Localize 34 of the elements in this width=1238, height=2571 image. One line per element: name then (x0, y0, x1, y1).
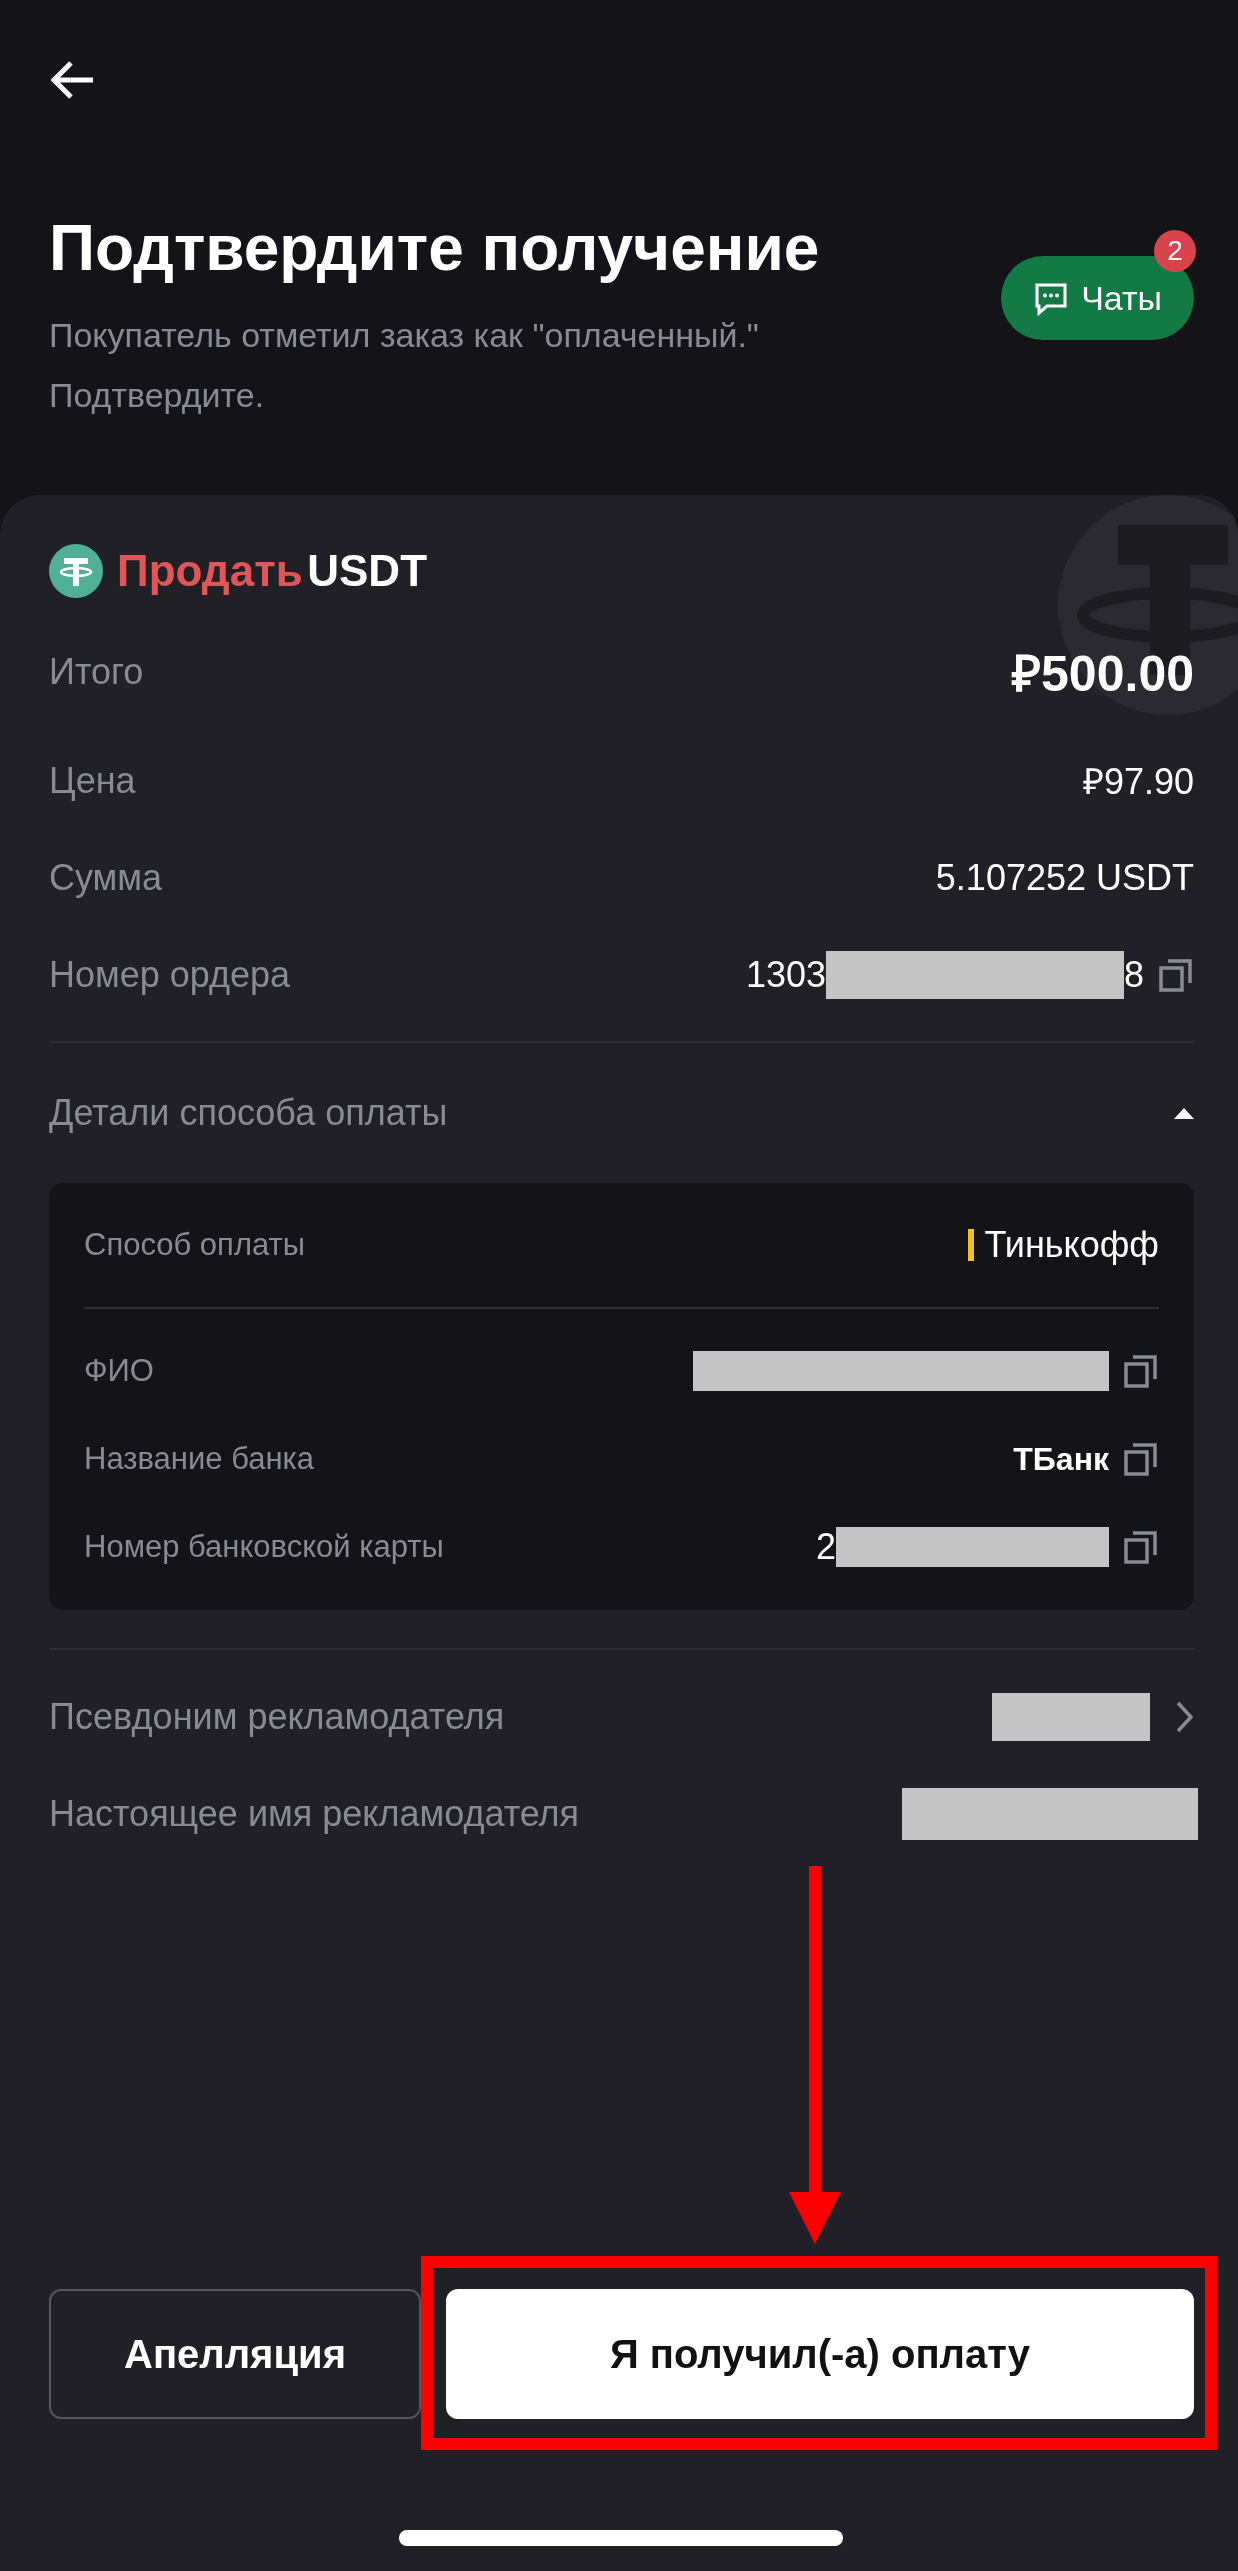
row-label: Псевдоним рекламодателя (49, 1695, 505, 1738)
chevron-right-icon[interactable] (1176, 1700, 1194, 1733)
row-label: Номер банковской карты (84, 1529, 444, 1565)
page-title: Подтвердите получение (49, 213, 821, 283)
appeal-button[interactable]: Апелляция (49, 2289, 421, 2419)
value-text: 8 (1123, 953, 1144, 996)
row-label: Сумма (49, 856, 163, 899)
value-text: 2 (815, 1526, 836, 1568)
row-label: Итого (49, 650, 144, 693)
method-marker-icon (968, 1229, 975, 1261)
row-label: Способ оплаты (84, 1227, 306, 1263)
value-text: 1303 (745, 953, 826, 996)
subtitle-text: Покупатель отметил заказ как "оплаченный." Подтвердите. (49, 315, 760, 416)
row-value: 5.107252 USDT (935, 856, 1194, 899)
payment-method-text: Тинькофф (984, 1224, 1159, 1266)
row-label: ФИО (84, 1353, 154, 1389)
copy-icon[interactable] (1123, 1441, 1159, 1477)
confirm-payment-button[interactable]: Я получил(-а) оплату (446, 2289, 1194, 2419)
row-value: ₽97.90 (1082, 760, 1194, 804)
row-value: ТБанк (1013, 1440, 1109, 1478)
row-label: Настоящее имя рекламодателя (49, 1792, 580, 1835)
row-label: Цена (49, 759, 136, 802)
back-arrow-icon[interactable] (49, 60, 95, 100)
copy-icon[interactable] (1158, 956, 1194, 993)
tether-icon (49, 544, 103, 598)
payment-details-toggle[interactable]: Детали способа оплаты (49, 1043, 1194, 1183)
row-label: Номер ордера (49, 953, 291, 996)
copy-icon[interactable] (1123, 1353, 1159, 1389)
copy-icon[interactable] (1123, 1529, 1159, 1565)
caret-up-icon (1174, 1107, 1194, 1119)
unread-badge: 2 (1154, 230, 1196, 272)
trade-side-text: Продать USDT (117, 546, 428, 596)
row-label: Название банка (84, 1441, 315, 1477)
total-value: ₽500.00 (1012, 644, 1194, 704)
